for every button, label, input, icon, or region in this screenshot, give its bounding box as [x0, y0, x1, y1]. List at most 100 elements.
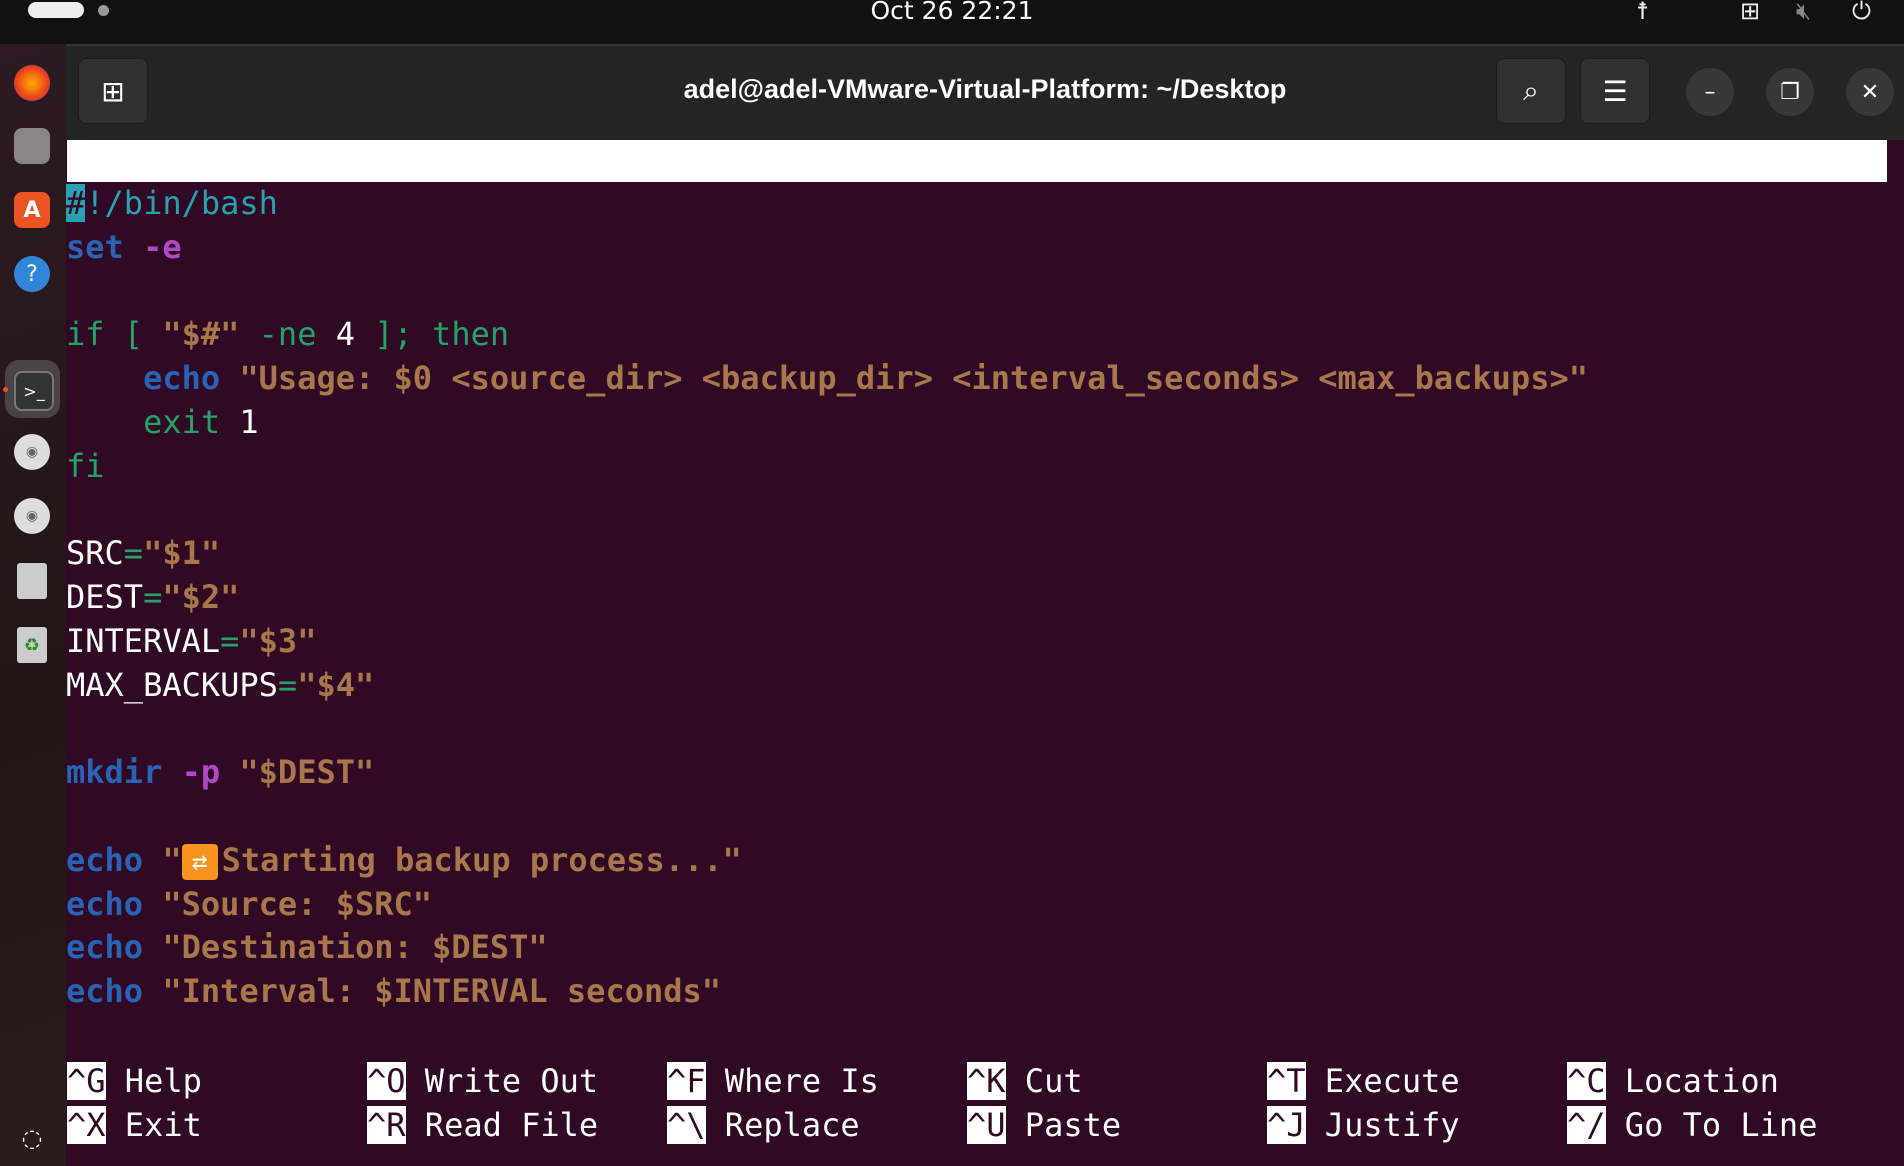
- code-line[interactable]: MAX_BACKUPS="$4": [66, 664, 374, 708]
- code-token: INTERVAL: [66, 621, 221, 660]
- code-token: echo: [66, 840, 144, 879]
- shortcut-paste[interactable]: ^U Paste: [967, 1104, 1121, 1148]
- code-token: !/bin/bash: [85, 183, 278, 222]
- floppy-icon[interactable]: [17, 563, 47, 599]
- code-token: "$1": [143, 534, 221, 573]
- code-token: #: [66, 183, 86, 222]
- power-icon[interactable]: ⏻: [1852, 0, 1871, 23]
- running-indicator: [3, 387, 8, 392]
- code-token: echo: [66, 884, 144, 923]
- clock[interactable]: Oct 26 22:21: [0, 0, 1904, 23]
- minimize-button[interactable]: –: [1686, 68, 1734, 116]
- shortcut-where-is[interactable]: ^F Where Is: [667, 1060, 879, 1104]
- shortcut-location[interactable]: ^C Location: [1567, 1060, 1779, 1104]
- shortcut-key: ^O: [367, 1061, 406, 1100]
- firefox-icon[interactable]: [14, 65, 50, 101]
- shortcut-write-out[interactable]: ^O Write Out: [367, 1060, 598, 1104]
- volume-muted-icon[interactable]: 🔇︎: [1796, 0, 1811, 23]
- close-icon: ✕: [1860, 79, 1880, 105]
- menu-button[interactable]: ☰: [1580, 58, 1650, 124]
- show-apps-icon[interactable]: ◌: [14, 1120, 50, 1156]
- code-token: "$4": [297, 665, 375, 704]
- code-token: "Destination: $DEST": [162, 928, 548, 967]
- search-button[interactable]: ⌕: [1496, 58, 1566, 124]
- code-token: set: [66, 227, 124, 266]
- code-line[interactable]: echo "Source: $SRC": [66, 883, 432, 927]
- code-token: 1: [239, 402, 259, 441]
- top-bar: Oct 26 22:21 ☨ ⊞ 🔇︎ ⏻: [0, 0, 1904, 44]
- network-icon[interactable]: ⊞: [1740, 0, 1760, 23]
- shortcut-replace[interactable]: ^\ Replace: [667, 1104, 860, 1148]
- code-token: echo: [143, 359, 221, 397]
- shortcut-key: ^K: [967, 1061, 1006, 1100]
- code-line[interactable]: INTERVAL="$3": [66, 620, 316, 664]
- shortcut-label: Read File: [405, 1105, 599, 1144]
- code-line[interactable]: DEST="$2": [66, 576, 239, 620]
- code-token: =: [277, 665, 298, 704]
- terminal-content[interactable]: GNU nano 8.3 backup.sh #!/bin/bash set -e…: [66, 138, 1904, 1166]
- code-token: =: [220, 621, 240, 660]
- shortcut-exit[interactable]: ^X Exit: [67, 1104, 202, 1148]
- code-line[interactable]: echo "Usage: $0 <source_dir> <backup_dir…: [66, 357, 1588, 401]
- shortcut-label: Execute: [1305, 1061, 1460, 1100]
- code-token: 4: [335, 315, 355, 354]
- shortcut-read-file[interactable]: ^R Read File: [367, 1104, 598, 1148]
- code-line[interactable]: fi: [66, 445, 105, 489]
- shortcut-key: ^R: [367, 1105, 406, 1144]
- code-token: ": [162, 840, 182, 879]
- code-line[interactable]: echo "Destination: $DEST": [66, 926, 548, 970]
- shortcut-label: Replace: [705, 1105, 860, 1144]
- shortcut-label: Paste: [1005, 1105, 1122, 1144]
- help-icon[interactable]: ?: [14, 256, 50, 292]
- disc-icon[interactable]: ◉: [14, 434, 50, 470]
- shortcut-key: ^\: [667, 1105, 706, 1144]
- code-token: "Source: $SRC": [162, 884, 433, 923]
- file-name: backup.sh: [929, 226, 1103, 264]
- code-line[interactable]: echo "Interval: $INTERVAL seconds": [66, 970, 721, 1014]
- code-line[interactable]: SRC="$1": [66, 532, 220, 576]
- shortcut-cut[interactable]: ^K Cut: [967, 1060, 1083, 1104]
- close-button[interactable]: ✕: [1846, 68, 1894, 116]
- code-token: ]; then: [354, 315, 510, 354]
- shortcut-label: Location: [1605, 1061, 1779, 1100]
- shortcut-justify[interactable]: ^J Justify: [1267, 1104, 1460, 1148]
- shortcut-label: Write Out: [405, 1061, 599, 1100]
- code-token: DEST: [66, 578, 144, 616]
- shortcut-key: ^C: [1567, 1061, 1606, 1100]
- code-token: =: [143, 578, 163, 616]
- shortcut-key: ^F: [667, 1061, 706, 1100]
- terminal-header-bar: ⊞ adel@adel-VMware-Virtual-Platform: ~/D…: [66, 44, 1904, 140]
- shortcut-help[interactable]: ^G Help: [67, 1060, 202, 1104]
- shortcut-key: ^T: [1267, 1061, 1306, 1100]
- code-token: MAX_BACKUPS: [66, 665, 278, 704]
- repeat-emoji-icon: ⇄: [181, 843, 218, 880]
- code-line[interactable]: mkdir -p "$DEST": [66, 751, 374, 795]
- trash-icon[interactable]: ♻: [17, 627, 47, 663]
- disc-icon[interactable]: ◉: [14, 498, 50, 534]
- code-line[interactable]: exit 1: [66, 401, 259, 445]
- minimize-icon: –: [1704, 79, 1716, 105]
- code-line[interactable]: #!/bin/bash: [66, 182, 278, 226]
- terminal-icon[interactable]: >_: [14, 371, 54, 411]
- code-token: exit: [66, 402, 240, 441]
- accessibility-icon[interactable]: ☨: [1636, 0, 1649, 23]
- shortcut-label: Where Is: [705, 1061, 879, 1100]
- shortcut-label: Cut: [1005, 1061, 1083, 1100]
- shortcut-key: ^X: [67, 1105, 106, 1144]
- code-token: =: [123, 534, 144, 573]
- code-line[interactable]: echo " ⇄ Starting backup process...": [66, 839, 742, 883]
- shortcut-key: ^/: [1567, 1105, 1606, 1144]
- code-line[interactable]: if [ "$#" -ne 4 ]; then: [66, 313, 509, 357]
- app-center-icon[interactable]: A: [14, 192, 50, 228]
- code-token: SRC: [66, 534, 124, 573]
- files-icon[interactable]: [14, 128, 50, 164]
- shortcut-go-to-line[interactable]: ^/ Go To Line: [1567, 1104, 1817, 1148]
- code-line[interactable]: set -e: [66, 226, 182, 270]
- code-token: mkdir: [66, 753, 163, 792]
- shortcut-execute[interactable]: ^T Execute: [1267, 1060, 1460, 1104]
- restore-button[interactable]: ❐: [1766, 68, 1814, 116]
